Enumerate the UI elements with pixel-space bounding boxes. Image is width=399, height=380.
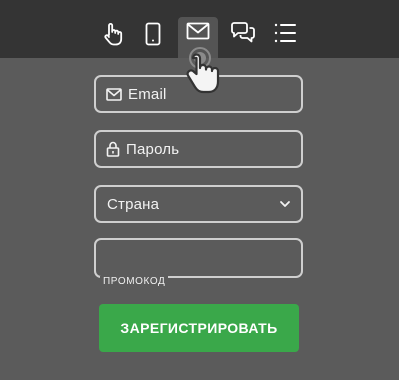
password-placeholder: Пароль: [126, 140, 180, 158]
email-placeholder: Email: [128, 85, 167, 103]
tab-touch[interactable]: [94, 17, 132, 57]
tab-list[interactable]: [266, 17, 304, 57]
tab-mail[interactable]: [178, 17, 218, 58]
mail-icon: [106, 87, 122, 101]
email-field[interactable]: Email: [94, 75, 303, 113]
chat-icon: [231, 22, 255, 43]
lock-icon: [106, 141, 120, 157]
touch-icon: [104, 23, 123, 46]
mail-icon: [186, 22, 210, 40]
tab-chat[interactable]: [224, 17, 262, 57]
phone-icon: [145, 22, 161, 46]
password-field[interactable]: Пароль: [94, 130, 303, 168]
promo-code-field[interactable]: [94, 238, 303, 278]
tab-bar: [0, 0, 399, 58]
promo-code-label: ПРОМОКОД: [100, 276, 169, 287]
tab-phone[interactable]: [134, 17, 172, 57]
chevron-down-icon: [280, 201, 290, 207]
register-button[interactable]: ЗАРЕГИСТРИРОВАТЬ: [99, 304, 299, 352]
country-select[interactable]: Страна: [94, 185, 303, 223]
country-value: Страна: [107, 195, 160, 213]
list-icon: [274, 23, 296, 43]
